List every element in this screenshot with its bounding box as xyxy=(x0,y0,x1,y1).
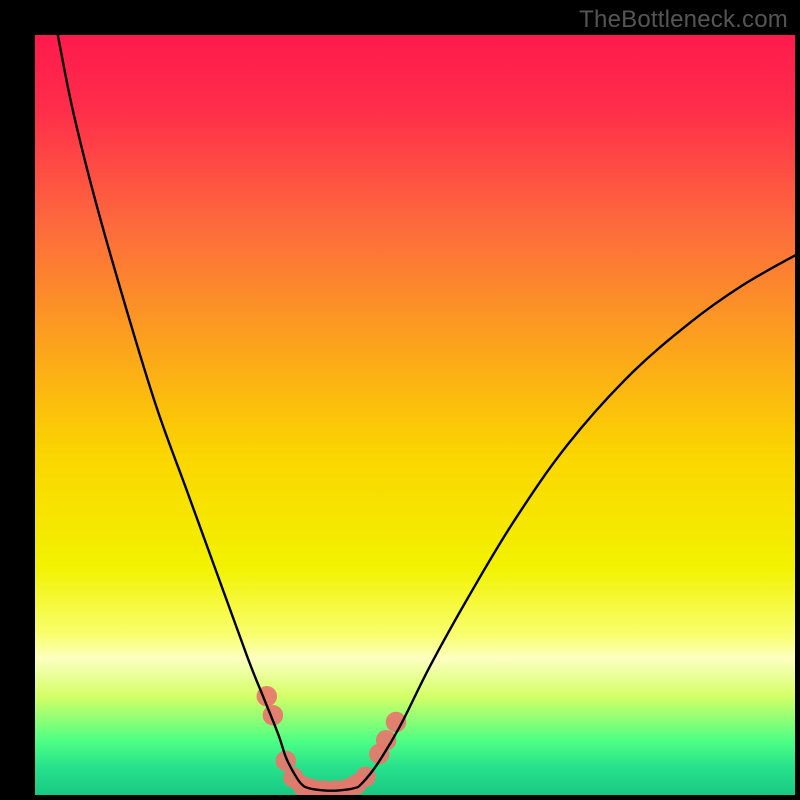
gradient-background xyxy=(35,35,795,795)
bottleneck-chart-svg xyxy=(35,35,795,795)
plot-area xyxy=(35,35,795,795)
watermark-text: TheBottleneck.com xyxy=(579,6,788,34)
chart-stage: TheBottleneck.com xyxy=(0,0,800,800)
